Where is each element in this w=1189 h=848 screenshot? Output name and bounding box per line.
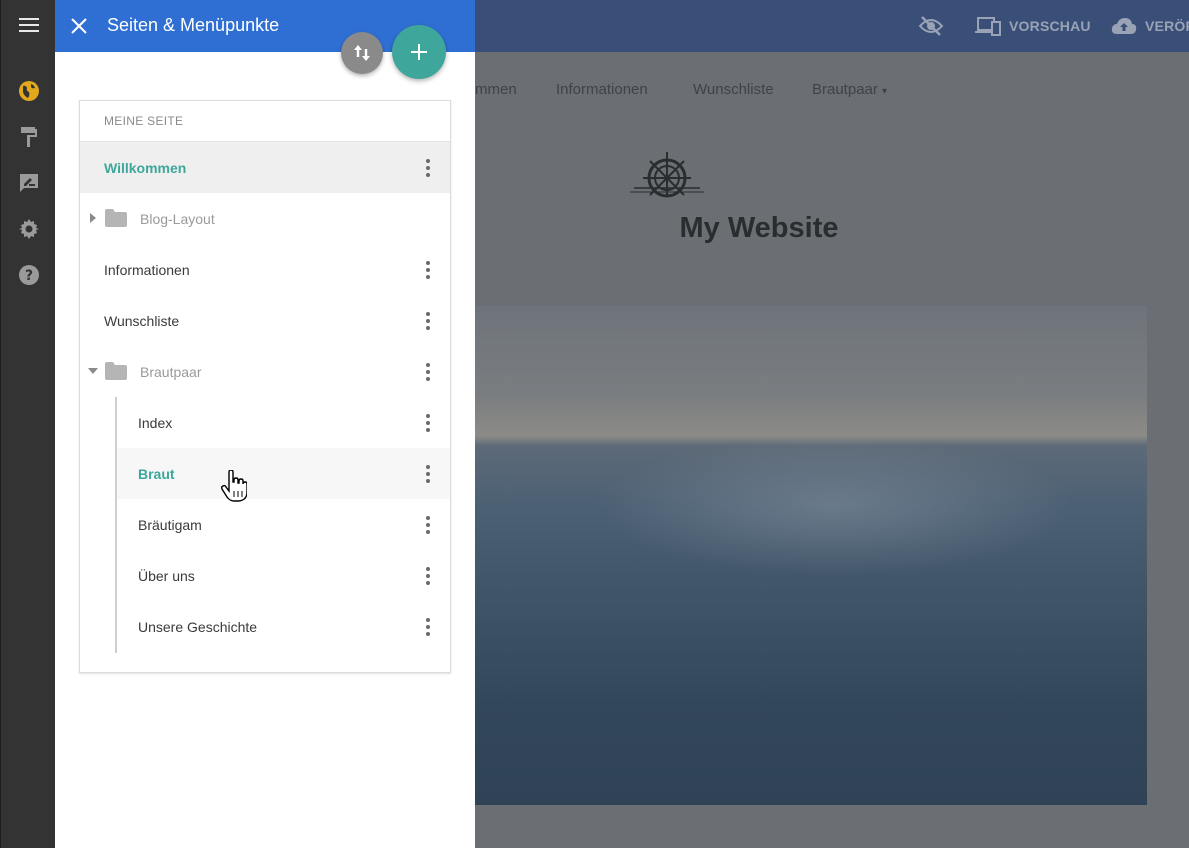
site-nav-item[interactable]: Informationen (556, 81, 648, 98)
page-row-willkommen[interactable]: Willkommen (80, 142, 450, 193)
help-icon: ? (18, 265, 39, 285)
folder-row-brautpaar[interactable]: Brautpaar (80, 346, 450, 397)
more-vert-icon[interactable] (418, 567, 438, 585)
site-nav-item[interactable]: mmen (475, 81, 517, 98)
page-row-informationen[interactable]: Informationen (80, 244, 450, 295)
site-nav-label: Brautpaar (812, 81, 878, 98)
page-row-unsere-geschichte[interactable]: Unsere Geschichte (80, 601, 450, 652)
site-nav-item[interactable]: Brautpaar ▾ (812, 81, 887, 98)
page-row-wunschliste[interactable]: Wunschliste (80, 295, 450, 346)
pages-button[interactable] (1, 68, 56, 114)
paint-roller-icon (20, 127, 37, 147)
sort-button[interactable] (341, 32, 383, 74)
section-header: MEINE SEITE (80, 101, 450, 142)
folder-icon (105, 209, 127, 227)
more-vert-icon[interactable] (418, 312, 438, 330)
site-navigation: mmen Informationen Wunschliste Brautpaar… (475, 52, 1189, 127)
plus-icon (411, 44, 427, 60)
page-label: Wunschliste (104, 312, 180, 329)
settings-button[interactable] (1, 206, 56, 252)
panel-title: Seiten & Menüpunkte (107, 15, 280, 35)
more-vert-icon[interactable] (418, 465, 438, 483)
edit-note-icon (19, 174, 38, 192)
more-vert-icon[interactable] (418, 363, 438, 381)
sort-arrows-icon (354, 45, 370, 61)
website-preview: mmen Informationen Wunschliste Brautpaar… (475, 52, 1189, 848)
page-label: Index (138, 414, 173, 431)
folder-label: Brautpaar (140, 363, 202, 380)
preview-button[interactable]: VORSCHAU (975, 0, 1091, 52)
more-vert-icon[interactable] (418, 516, 438, 534)
devices-icon (975, 17, 1001, 36)
menu-button[interactable] (1, 2, 56, 48)
hide-toggle[interactable] (919, 0, 943, 52)
hand-cursor-icon (221, 470, 247, 502)
hamburger-icon (18, 18, 39, 32)
caret-down-icon[interactable] (88, 367, 98, 375)
page-label: Über uns (138, 567, 195, 584)
preview-label: VORSCHAU (1009, 18, 1091, 34)
page-label: Braut (138, 465, 175, 482)
site-title: My Website (679, 212, 839, 244)
caret-right-icon[interactable] (89, 213, 97, 223)
publish-label: VERÖF (1145, 18, 1189, 34)
globe-icon (18, 81, 39, 101)
folder-label: Blog-Layout (140, 210, 215, 227)
eye-off-icon (919, 16, 943, 36)
page-label: Informationen (104, 261, 190, 278)
more-vert-icon[interactable] (418, 261, 438, 279)
close-button[interactable] (65, 12, 93, 40)
help-button[interactable]: ? (1, 252, 56, 298)
publish-button[interactable]: VERÖF (1111, 0, 1189, 52)
chevron-down-icon: ▾ (882, 86, 888, 97)
page-row-braeutigam[interactable]: Bräutigam (80, 499, 450, 550)
add-page-button[interactable] (392, 25, 446, 79)
page-label: Bräutigam (138, 516, 202, 533)
ship-wheel-logo (630, 152, 704, 198)
page-row-ueber-uns[interactable]: Über uns (80, 550, 450, 601)
content-button[interactable] (1, 160, 56, 206)
svg-text:?: ? (24, 268, 32, 284)
left-toolbar: ? (0, 0, 55, 848)
hero-image-sea (475, 306, 1147, 805)
page-label: Unsere Geschichte (138, 618, 258, 635)
page-row-index[interactable]: Index (80, 397, 450, 448)
more-vert-icon[interactable] (418, 618, 438, 636)
more-vert-icon[interactable] (418, 159, 438, 177)
gear-icon (18, 219, 39, 239)
pages-panel: Seiten & Menüpunkte MEINE SEITE Willkomm… (55, 0, 475, 848)
close-icon (71, 18, 87, 34)
site-nav-item[interactable]: Wunschliste (693, 81, 774, 98)
page-row-braut[interactable]: Braut (117, 448, 450, 499)
cloud-upload-icon (1111, 18, 1137, 34)
more-vert-icon[interactable] (418, 414, 438, 432)
page-label: Willkommen (104, 159, 187, 176)
folder-row-blog-layout[interactable]: Blog-Layout (80, 193, 450, 244)
page-tree-card: MEINE SEITE Willkommen Blog-Layout Infor… (79, 100, 451, 673)
design-button[interactable] (1, 114, 56, 160)
folder-icon (105, 362, 127, 380)
